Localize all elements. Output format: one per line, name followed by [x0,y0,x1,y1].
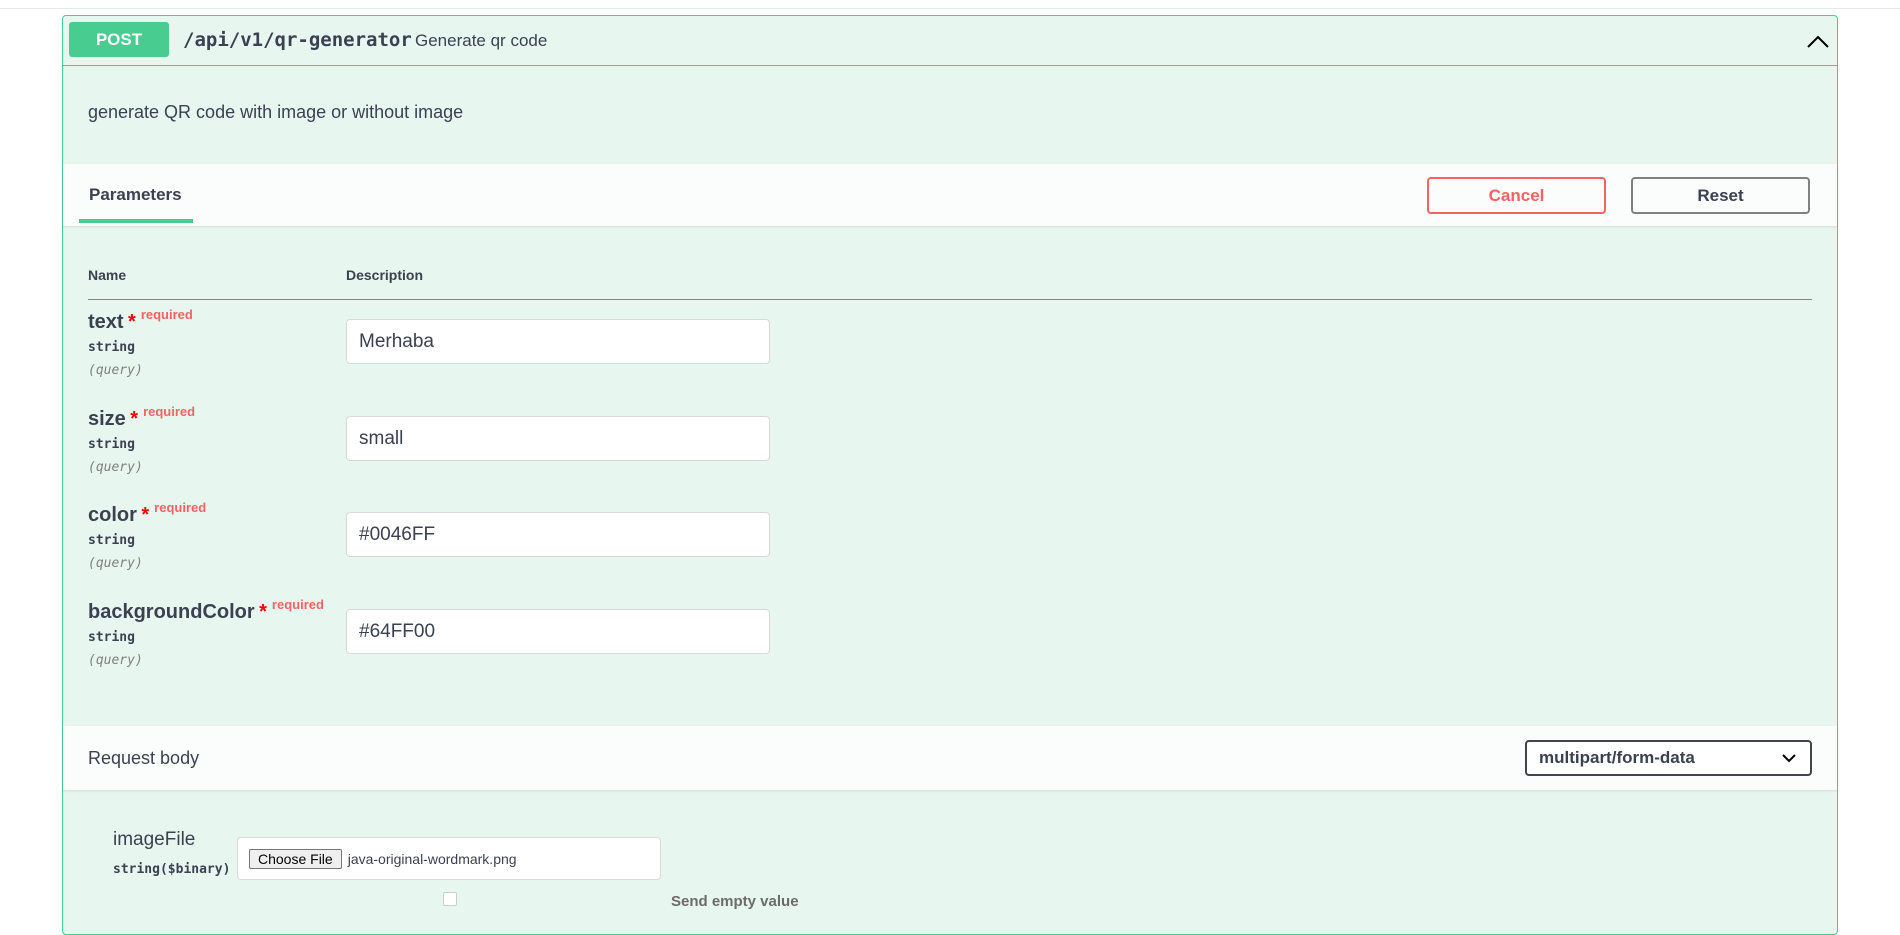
required-star: * [141,504,150,526]
chevron-down-icon [1782,754,1796,763]
parameter-location: (query) [88,460,143,475]
send-empty-value-checkbox[interactable] [443,892,457,906]
required-star: * [259,601,267,623]
request-body-header: Request body multipart/form-data [63,726,1837,790]
tab-active-indicator [79,219,193,223]
image-file-type: string($binary) [113,862,231,877]
operation-summary-text: Generate qr code [415,31,548,50]
parameter-name: text [88,311,124,333]
operation-path: /api/v1/qr-generator [183,29,412,51]
parameter-type: string [88,340,135,355]
image-file-label: imageFile [113,829,196,850]
chevron-up-icon[interactable] [1805,29,1831,55]
parameter-row-text: text * required string (query) [88,307,193,378]
parameter-location: (query) [88,653,143,668]
color-input[interactable] [346,512,770,557]
parameter-name: backgroundColor [88,601,255,623]
parameter-row-background-color: backgroundColor * required string (query) [88,597,324,668]
reset-button[interactable]: Reset [1631,177,1810,214]
request-body-title: Request body [88,748,200,768]
required-star: * [128,311,136,333]
parameter-type: string [88,630,135,645]
column-header-description: Description [346,267,424,283]
required-label: required [143,404,196,419]
background-color-input[interactable] [346,609,770,654]
image-file-input[interactable]: Choose File java-original-wordmark.png [237,837,661,880]
required-label: required [271,597,324,612]
selected-file-name: java-original-wordmark.png [347,850,517,867]
text-input[interactable] [346,319,770,364]
content-type-select[interactable]: multipart/form-data [1525,740,1812,776]
method-badge: POST [69,22,169,57]
parameter-location: (query) [88,556,143,571]
parameter-location: (query) [88,363,143,378]
cancel-button[interactable]: Cancel [1427,177,1606,214]
parameter-type: string [88,437,135,452]
parameter-row-size: size * required string (query) [88,404,195,475]
table-header-divider [88,299,1812,300]
operation-description: generate QR code with image or without i… [88,102,464,122]
tab-parameters[interactable]: Parameters [79,164,192,226]
parameter-row-color: color * required string (query) [88,500,206,571]
required-star: * [130,408,139,430]
required-label: required [154,500,207,515]
parameter-name: color [88,504,137,526]
size-input[interactable] [346,416,770,461]
top-divider [0,8,1900,9]
send-empty-value-label: Send empty value [671,893,799,910]
operation-block: POST /api/v1/qr-generator Generate qr co… [62,15,1838,935]
parameters-header: Parameters Cancel Reset [63,164,1837,226]
choose-file-button[interactable]: Choose File [249,848,342,869]
parameter-name: size [88,408,126,430]
content-type-value: multipart/form-data [1539,748,1695,767]
operation-summary[interactable]: POST /api/v1/qr-generator Generate qr co… [63,16,1837,66]
parameter-type: string [88,533,135,548]
required-label: required [140,307,193,322]
column-header-name: Name [88,267,127,283]
